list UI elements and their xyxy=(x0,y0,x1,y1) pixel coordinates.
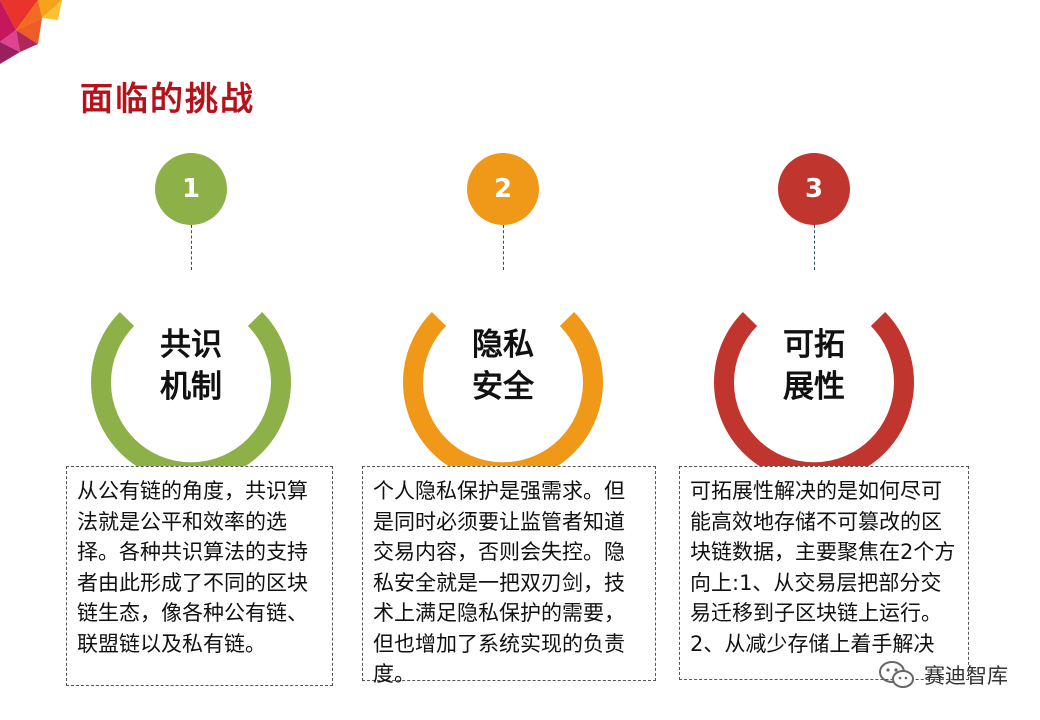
step-number-badge: 1 xyxy=(155,153,227,225)
challenge-description-1: 从公有链的角度，共识算法就是公平和效率的选择。各种共识算法的支持者由此形成了不同… xyxy=(66,466,333,686)
label-line-1: 共识 xyxy=(160,327,222,363)
dashed-connector xyxy=(191,225,192,270)
dashed-connector xyxy=(814,225,815,270)
corner-logo xyxy=(0,0,62,64)
challenge-description-3: 可拓展性解决的是如何尽可能高效地存储不可篡改的区块链数据，主要聚焦在2个方向上:… xyxy=(679,466,969,680)
wechat-icon xyxy=(879,661,914,688)
challenge-label: 可拓 展性 xyxy=(749,325,879,409)
label-line-1: 隐私 xyxy=(472,327,534,363)
step-number-badge: 3 xyxy=(778,153,850,225)
step-number-badge: 2 xyxy=(467,153,539,225)
watermark: 赛迪智库 xyxy=(878,660,1008,690)
challenge-label: 共识 机制 xyxy=(126,325,256,409)
page-title: 面临的挑战 xyxy=(80,79,255,118)
dashed-connector xyxy=(503,225,504,270)
challenge-label: 隐私 安全 xyxy=(438,325,568,409)
watermark-text: 赛迪智库 xyxy=(924,664,1008,688)
label-line-1: 可拓 xyxy=(783,327,845,363)
label-line-2: 展性 xyxy=(783,368,845,405)
label-line-2: 安全 xyxy=(472,368,534,405)
challenge-description-2: 个人隐私保护是强需求。但是同时必须要让监管者知道交易内容，否则会失控。隐私安全就… xyxy=(362,466,656,686)
label-line-2: 机制 xyxy=(160,368,222,405)
